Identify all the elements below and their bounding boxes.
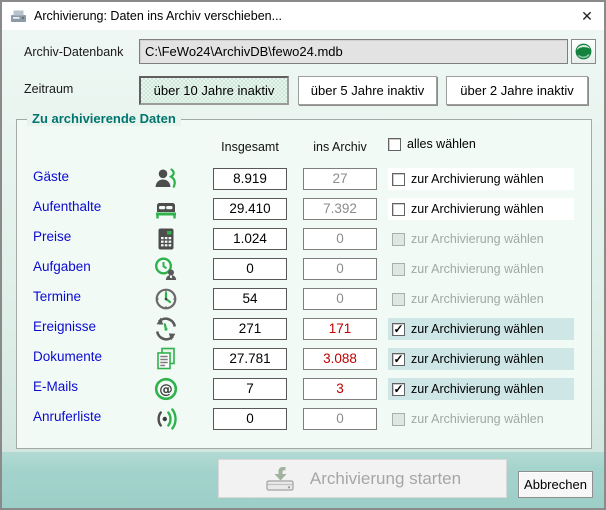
row-label: Anruferliste	[33, 409, 101, 424]
prices-icon	[153, 226, 179, 252]
total-field: 7	[213, 378, 287, 400]
row-checkbox-label: zur Archivierung wählen	[411, 172, 544, 186]
table-row: Aufenthalte 29.410 7.392 zur Archivierun…	[17, 194, 591, 224]
row-checkbox[interactable]	[392, 203, 405, 216]
archive-data-groupbox: Zu archivierende Daten Insgesamt ins Arc…	[16, 119, 592, 449]
dialog-content: Archiv-Datenbank C:\FeWo24\ArchivDB\fewo…	[2, 30, 604, 508]
row-checkbox-label: zur Archivierung wählen	[411, 262, 544, 276]
svg-text:@: @	[159, 382, 173, 398]
row-label: Ereignisse	[33, 319, 96, 334]
row-archive-option[interactable]: zur Archivierung wählen	[388, 348, 574, 370]
zeitraum-10-years-button[interactable]: über 10 Jahre inaktiv	[139, 76, 289, 105]
archive-field: 171	[303, 318, 377, 340]
archive-field: 7.392	[303, 198, 377, 220]
table-row: Ereignisse 271 171 zur Archivierung wähl…	[17, 314, 591, 344]
table-row: Anruferliste 0 0 zur Archivierung wählen	[17, 404, 591, 434]
row-label: E-Mails	[33, 379, 78, 394]
archive-dialog: Archivierung: Daten ins Archiv verschieb…	[0, 0, 606, 510]
row-checkbox-label: zur Archivierung wählen	[411, 232, 544, 246]
table-row: Aufgaben 0 0 zur Archivierung wählen	[17, 254, 591, 284]
row-checkbox[interactable]	[392, 173, 405, 186]
events-icon	[153, 316, 179, 342]
archive-field: 0	[303, 288, 377, 310]
row-checkbox[interactable]	[392, 323, 405, 336]
row-checkbox-label: zur Archivierung wählen	[411, 412, 544, 426]
total-field: 29.410	[213, 198, 287, 220]
zeitraum-label: Zeitraum	[24, 82, 73, 96]
row-checkbox[interactable]	[392, 353, 405, 366]
row-checkbox-label: zur Archivierung wählen	[411, 352, 544, 366]
row-archive-option[interactable]: zur Archivierung wählen	[388, 288, 574, 310]
column-header-total: Insgesamt	[213, 140, 287, 154]
app-icon	[10, 8, 27, 25]
row-archive-option[interactable]: zur Archivierung wählen	[388, 168, 574, 190]
row-checkbox-label: zur Archivierung wählen	[411, 292, 544, 306]
callers-icon	[153, 406, 179, 432]
table-row: Dokumente 27.781 3.088 zur Archivierung …	[17, 344, 591, 374]
emails-icon: @	[153, 376, 179, 402]
stays-icon	[153, 196, 179, 222]
table-row: Termine 54 0 zur Archivierung wählen	[17, 284, 591, 314]
guests-icon	[153, 166, 179, 192]
row-label: Aufgaben	[33, 259, 91, 274]
close-icon[interactable]: ✕	[570, 2, 604, 30]
row-checkbox[interactable]	[392, 233, 405, 246]
archive-field: 0	[303, 228, 377, 250]
row-label: Termine	[33, 289, 81, 304]
row-label: Gäste	[33, 169, 69, 184]
total-field: 0	[213, 258, 287, 280]
cancel-button[interactable]: Abbrechen	[518, 471, 593, 498]
appointments-icon	[153, 286, 179, 312]
documents-icon	[153, 346, 179, 372]
archive-db-label: Archiv-Datenbank	[24, 45, 123, 59]
table-row: E-Mails @ 7 3 zur Archivierung wählen	[17, 374, 591, 404]
total-field: 8.919	[213, 168, 287, 190]
row-archive-option[interactable]: zur Archivierung wählen	[388, 318, 574, 340]
row-archive-option[interactable]: zur Archivierung wählen	[388, 378, 574, 400]
row-archive-option[interactable]: zur Archivierung wählen	[388, 408, 574, 430]
row-checkbox[interactable]	[392, 413, 405, 426]
archive-db-path-field: C:\FeWo24\ArchivDB\fewo24.mdb	[139, 39, 568, 64]
zeitraum-2-years-button[interactable]: über 2 Jahre inaktiv	[446, 76, 588, 105]
archive-field: 0	[303, 258, 377, 280]
archive-field: 3	[303, 378, 377, 400]
archive-field: 3.088	[303, 348, 377, 370]
row-checkbox[interactable]	[392, 293, 405, 306]
table-row: Preise 1.024 0 zur Archivierung wählen	[17, 224, 591, 254]
archive-drive-icon	[264, 465, 296, 493]
total-field: 54	[213, 288, 287, 310]
select-all-option[interactable]: alles wählen	[388, 137, 476, 151]
table-row: Gäste 8.919 27 zur Archivierung wählen	[17, 164, 591, 194]
start-archiving-label: Archivierung starten	[310, 469, 461, 489]
total-field: 1.024	[213, 228, 287, 250]
column-header-archive: ins Archiv	[303, 140, 377, 154]
row-checkbox-label: zur Archivierung wählen	[411, 382, 544, 396]
row-checkbox-label: zur Archivierung wählen	[411, 322, 544, 336]
archive-db-browse-button[interactable]	[571, 39, 596, 64]
select-all-checkbox[interactable]	[388, 138, 401, 151]
row-archive-option[interactable]: zur Archivierung wählen	[388, 258, 574, 280]
title-bar: Archivierung: Daten ins Archiv verschieb…	[2, 2, 604, 30]
archive-field: 0	[303, 408, 377, 430]
total-field: 27.781	[213, 348, 287, 370]
select-all-label: alles wählen	[407, 137, 476, 151]
row-checkbox[interactable]	[392, 263, 405, 276]
total-field: 0	[213, 408, 287, 430]
archive-field: 27	[303, 168, 377, 190]
row-archive-option[interactable]: zur Archivierung wählen	[388, 228, 574, 250]
row-archive-option[interactable]: zur Archivierung wählen	[388, 198, 574, 220]
start-archiving-button[interactable]: Archivierung starten	[218, 459, 507, 498]
window-title: Archivierung: Daten ins Archiv verschieb…	[34, 9, 282, 23]
row-checkbox-label: zur Archivierung wählen	[411, 202, 544, 216]
green-globe-icon	[574, 42, 593, 61]
row-checkbox[interactable]	[392, 383, 405, 396]
groupbox-legend: Zu archivierende Daten	[27, 111, 181, 126]
tasks-icon	[153, 256, 179, 282]
row-label: Preise	[33, 229, 71, 244]
row-label: Dokumente	[33, 349, 102, 364]
row-label: Aufenthalte	[33, 199, 101, 214]
zeitraum-5-years-button[interactable]: über 5 Jahre inaktiv	[298, 76, 437, 105]
total-field: 271	[213, 318, 287, 340]
